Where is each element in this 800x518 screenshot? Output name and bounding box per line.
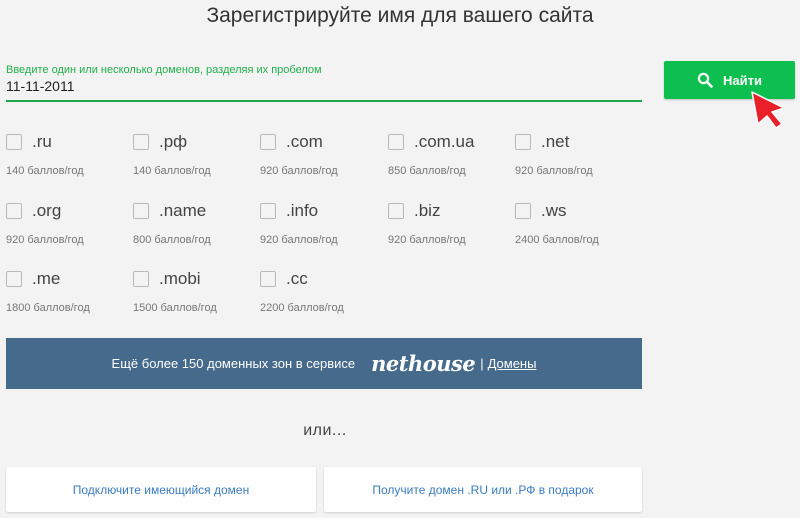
zone-name: .ws xyxy=(541,201,567,220)
zone-price: 920 баллов/год xyxy=(260,234,338,246)
domain-input[interactable]: Введите один или несколько доменов, разд… xyxy=(6,64,642,102)
zone-checkbox[interactable] xyxy=(133,271,149,287)
domain-zone-item[interactable]: .info 920 баллов/год xyxy=(260,201,380,253)
domain-zone-item[interactable]: .biz 920 баллов/год xyxy=(388,201,508,253)
banner-separator: | xyxy=(480,356,484,371)
zone-name: .cc xyxy=(286,269,308,288)
zone-name: .рф xyxy=(159,132,188,151)
zone-name: .info xyxy=(286,201,319,220)
or-divider: или... xyxy=(303,422,347,439)
domains-link[interactable]: Домены xyxy=(488,356,537,371)
zone-price: 920 баллов/год xyxy=(260,165,338,177)
zone-checkbox[interactable] xyxy=(133,134,149,150)
zone-name: .com xyxy=(286,132,323,151)
zone-price: 1500 баллов/год xyxy=(133,302,217,314)
domain-zone-item[interactable]: .com 920 баллов/год xyxy=(260,132,380,184)
zone-price: 140 баллов/год xyxy=(6,165,84,177)
domain-zone-item[interactable]: .cc 2200 баллов/год xyxy=(260,269,380,321)
zone-price: 800 баллов/год xyxy=(133,234,211,246)
gift-domain-button[interactable]: Получите домен .RU или .РФ в подарок xyxy=(324,467,642,512)
domain-zone-item[interactable]: .ws 2400 баллов/год xyxy=(515,201,635,253)
zone-price: 920 баллов/год xyxy=(6,234,84,246)
zone-name: .net xyxy=(541,132,570,151)
connect-domain-label: Подключите имеющийся домен xyxy=(72,482,250,497)
nethouse-logo[interactable]: nethouse xyxy=(371,351,476,376)
zone-price: 920 баллов/год xyxy=(388,234,466,246)
banner-text: Ещё более 150 доменных зон в сервисе xyxy=(111,356,356,371)
nethouse-banner[interactable]: Ещё более 150 доменных зон в сервисе net… xyxy=(6,338,642,389)
zone-checkbox[interactable] xyxy=(260,271,276,287)
zone-price: 2400 баллов/год xyxy=(515,234,599,246)
zone-checkbox[interactable] xyxy=(133,203,149,219)
search-icon xyxy=(697,72,713,88)
zone-price: 140 баллов/год xyxy=(133,165,211,177)
zone-checkbox[interactable] xyxy=(515,134,531,150)
domain-input-label: Введите один или несколько доменов, разд… xyxy=(6,64,322,76)
zone-name: .biz xyxy=(414,201,441,220)
zone-name: .com.ua xyxy=(414,132,475,151)
zone-checkbox[interactable] xyxy=(260,203,276,219)
zone-name: .org xyxy=(32,201,62,220)
domain-zone-item[interactable]: .net 920 баллов/год xyxy=(515,132,635,184)
zone-price: 1800 баллов/год xyxy=(6,302,90,314)
zone-checkbox[interactable] xyxy=(6,271,22,287)
page-title: Зарегистрируйте имя для вашего сайта xyxy=(206,4,594,27)
zone-checkbox[interactable] xyxy=(388,203,404,219)
zone-name: .ru xyxy=(32,132,52,151)
search-button-label: Найти xyxy=(723,72,762,88)
domain-zone-item[interactable]: .рф 140 баллов/год xyxy=(133,132,253,184)
domain-zone-item[interactable]: .mobi 1500 баллов/год xyxy=(133,269,253,321)
zone-price: 920 баллов/год xyxy=(515,165,593,177)
domain-input-value[interactable]: 11-11-2011 xyxy=(6,78,75,94)
zone-checkbox[interactable] xyxy=(388,134,404,150)
zone-name: .name xyxy=(159,201,207,220)
zone-checkbox[interactable] xyxy=(260,134,276,150)
domain-zone-item[interactable]: .name 800 баллов/год xyxy=(133,201,253,253)
domain-zone-item[interactable]: .ru 140 баллов/год xyxy=(6,132,126,184)
zone-checkbox[interactable] xyxy=(6,203,22,219)
connect-domain-button[interactable]: Подключите имеющийся домен xyxy=(6,467,316,512)
zone-name: .mobi xyxy=(159,269,201,288)
zone-price: 850 баллов/год xyxy=(388,165,466,177)
zone-checkbox[interactable] xyxy=(515,203,531,219)
domain-zone-item[interactable]: .com.ua 850 баллов/год xyxy=(388,132,508,184)
domain-zone-item[interactable]: .org 920 баллов/год xyxy=(6,201,126,253)
zone-name: .me xyxy=(32,269,61,288)
pointer-arrow-icon xyxy=(751,91,785,129)
zone-checkbox[interactable] xyxy=(6,134,22,150)
gift-domain-label: Получите домен .RU или .РФ в подарок xyxy=(372,482,594,497)
zone-price: 2200 баллов/год xyxy=(260,302,344,314)
domain-zone-item[interactable]: .me 1800 баллов/год xyxy=(6,269,126,321)
